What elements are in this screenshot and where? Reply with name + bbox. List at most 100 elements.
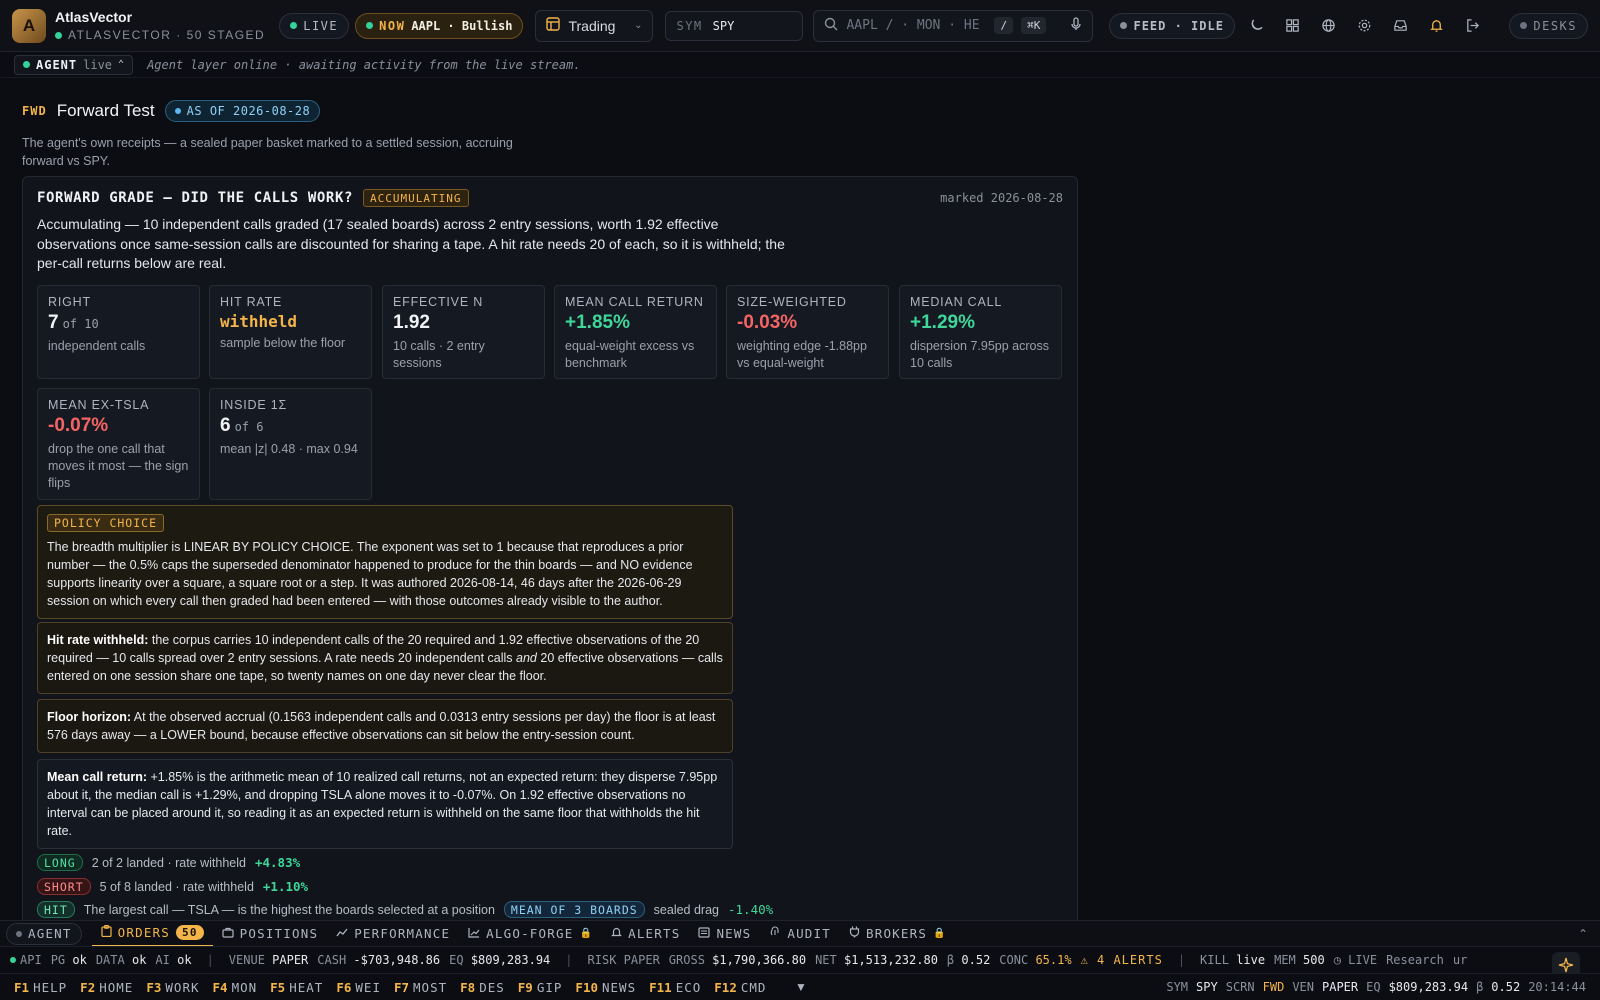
lock-icon: 🔒 (579, 928, 594, 939)
agent-message: Agent layer online · awaiting activity f… (147, 57, 581, 72)
divider: | (565, 953, 573, 967)
hit-rate-label: Hit rate withheld: (47, 633, 149, 647)
desks-label: DESKS (1533, 18, 1577, 33)
orders-count-badge: 50 (176, 925, 204, 940)
fkey-f2[interactable]: F2 HOME (80, 980, 133, 995)
gear-icon[interactable] (1351, 12, 1379, 40)
moon-icon[interactable] (1243, 12, 1271, 40)
research-link[interactable]: Research (1386, 953, 1444, 967)
now-signal-pill[interactable]: NOW AAPL · Bullish (355, 12, 524, 39)
hit-rate-and: and (516, 651, 537, 665)
stat-value-number: 6 (220, 415, 231, 436)
symbol-field[interactable]: SYM SPY (665, 10, 804, 41)
command-search[interactable]: / ⌘K (813, 9, 1094, 42)
fkey-f12[interactable]: F12 CMD (714, 980, 766, 995)
feed-status[interactable]: FEED · IDLE (1109, 12, 1235, 39)
mic-icon[interactable] (1070, 17, 1082, 34)
fkey-f5[interactable]: F5 HEAT (270, 980, 323, 995)
fkey-f1[interactable]: F1 HELP (14, 980, 67, 995)
footer-equity-value: $809,283.94 (1388, 980, 1469, 994)
page-tag: FWD (22, 104, 47, 118)
tab-audit-label: AUDIT (787, 926, 831, 941)
fkey-f11[interactable]: F11 ECO (649, 980, 701, 995)
agent-toggle[interactable]: AGENT live ⌃ (14, 54, 134, 75)
stat-of: of 6 (234, 420, 264, 434)
ai-value: ok (177, 953, 192, 967)
tab-orders-label: ORDERS (117, 925, 170, 940)
tab-alerts[interactable]: ALERTS (602, 923, 689, 945)
conc-status: CONC 65.1% (999, 953, 1071, 967)
bottom-tabbar: AGENT ORDERS 50 POSITIONS PERFORMANCE AL… (0, 920, 1600, 947)
side-return: +4.83% (254, 855, 301, 870)
side-text: 2 of 2 landed · rate withheld (91, 855, 246, 870)
globe-icon[interactable] (1315, 12, 1343, 40)
app-subtitle-text: ATLASVECTOR · 50 STAGED (68, 28, 266, 42)
tab-algo-forge[interactable]: ALGO-FORGE 🔒 (459, 923, 602, 945)
chevron-down-icon[interactable]: ▼ (790, 980, 812, 994)
tab-agent[interactable]: AGENT (6, 922, 82, 945)
grid-icon[interactable] (1279, 12, 1307, 40)
panel-title: FORWARD GRADE — DID THE CALLS WORK? (37, 190, 354, 206)
tab-news-label: NEWS (716, 926, 752, 941)
tab-performance[interactable]: PERFORMANCE (327, 923, 459, 945)
chevron-up-icon[interactable]: ⌃ (1578, 927, 1594, 941)
conc-value: 65.1% (1035, 953, 1072, 967)
fkey-number: F2 (80, 979, 96, 995)
footer-clock: 20:14:44 (1528, 980, 1586, 994)
data-status: DATA ok (96, 953, 147, 967)
floor-horizon-text: At the observed accrual (0.1563 independ… (47, 710, 716, 742)
desks-button[interactable]: DESKS (1509, 12, 1588, 39)
tab-brokers[interactable]: BROKERS 🔒 (840, 923, 956, 945)
fkey-number: F5 (270, 979, 286, 995)
pg-label: PG (50, 953, 66, 967)
divider: | (1177, 953, 1186, 967)
feed-dot-icon (1120, 22, 1128, 29)
fkey-label: ECO (675, 979, 702, 995)
as-of-text: AS OF 2026-08-28 (186, 104, 311, 118)
fkey-f4[interactable]: F4 MON (213, 980, 258, 995)
side-text: 5 of 8 landed · rate withheld (99, 879, 254, 894)
tab-news[interactable]: NEWS (689, 923, 760, 945)
workspace-value: Trading (568, 17, 616, 34)
alerts-count[interactable]: ⚠ 4 ALERTS (1081, 953, 1163, 967)
status-dot-icon (55, 31, 62, 39)
stat-value: +1.85% (565, 312, 630, 333)
stat-value: 7 of 10 (48, 312, 189, 334)
marked-date: marked 2026-08-28 (940, 191, 1063, 205)
api-status: API (20, 953, 42, 967)
fkey-f10[interactable]: F10 NEWS (575, 980, 636, 995)
tab-orders[interactable]: ORDERS 50 (91, 921, 213, 947)
live-dot-icon (290, 22, 298, 29)
stat-median-call: MEDIAN CALL +1.29% dispersion 7.95pp acr… (899, 285, 1062, 379)
search-input[interactable] (846, 18, 987, 33)
stat-inside-sigma: INSIDE 1Σ 6 of 6 mean |z| 0.48 · max 0.94 (209, 388, 372, 500)
stat-hit-rate: HIT RATE withheld sample below the floor (209, 285, 372, 379)
stat-sub: mean |z| 0.48 · max 0.94 (220, 442, 358, 456)
footer-sym-label: SYM (1166, 980, 1189, 994)
mean-call-text: +1.85% is the arithmetic mean of 10 real… (47, 770, 718, 838)
tab-positions[interactable]: POSITIONS (213, 923, 328, 945)
inbox-icon[interactable] (1387, 12, 1415, 40)
logout-icon[interactable] (1459, 12, 1487, 40)
bell-icon[interactable] (1423, 12, 1451, 40)
fkey-number: F7 (393, 979, 410, 995)
fkey-f8[interactable]: F8 DES (460, 980, 505, 995)
net-label: NET (815, 953, 837, 967)
fkey-f9[interactable]: F9 GIP (518, 980, 563, 995)
fkey-label: HELP (33, 979, 68, 995)
fkey-f3[interactable]: F3 WORK (146, 980, 199, 995)
tab-positions-label: POSITIONS (239, 926, 319, 941)
cash-status: CASH -$703,948.86 (317, 953, 440, 967)
fkey-f7[interactable]: F7 MOST (394, 980, 447, 995)
top-bar: A AtlasVector ATLASVECTOR · 50 STAGED LI… (0, 0, 1600, 52)
app-logo[interactable]: A (12, 8, 46, 43)
equity-status: EQ $809,283.94 (449, 953, 550, 967)
stat-sub: sample below the floor (220, 336, 346, 350)
tab-audit[interactable]: AUDIT (760, 923, 840, 945)
stat-label: MEAN EX-TSLA (48, 398, 150, 412)
kill-switch[interactable]: KILL live (1200, 953, 1265, 967)
live-indicator[interactable]: LIVE (279, 12, 350, 39)
feed-label: FEED · IDLE (1133, 18, 1224, 33)
fkey-f6[interactable]: F6 WEI (336, 980, 381, 995)
workspace-select[interactable]: Trading ⌄ (535, 9, 654, 42)
